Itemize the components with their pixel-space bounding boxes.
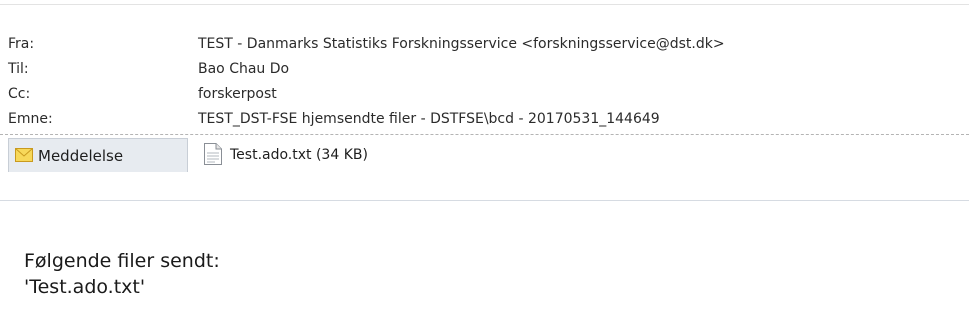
tab-message[interactable]: Meddelelse bbox=[8, 138, 188, 172]
envelope-icon bbox=[15, 148, 33, 162]
cc-label: Cc: bbox=[8, 86, 31, 102]
message-tab-bar: Meddelelse Test.ado.txt (34 KB) bbox=[0, 137, 969, 201]
from-label: Fra: bbox=[8, 36, 35, 52]
to-value[interactable]: Bao Chau Do bbox=[198, 57, 289, 82]
message-body-text: Følgende filer sendt: 'Test.ado.txt' bbox=[24, 248, 220, 300]
attachment-label: Test.ado.txt (34 KB) bbox=[230, 147, 368, 163]
message-body[interactable]: Følgende filer sendt: 'Test.ado.txt' bbox=[0, 201, 969, 329]
text-file-icon bbox=[204, 143, 222, 165]
body-line-2: 'Test.ado.txt' bbox=[24, 276, 146, 298]
from-value[interactable]: TEST - Danmarks Statistiks Forskningsser… bbox=[198, 32, 725, 57]
to-label: Til: bbox=[8, 61, 29, 77]
subject-value: TEST_DST-FSE hjemsendte filer - DSTFSE\b… bbox=[198, 111, 660, 127]
tab-message-label: Meddelelse bbox=[38, 147, 124, 165]
subject-label: Emne: bbox=[8, 111, 53, 127]
header-dashed-divider bbox=[0, 134, 969, 135]
message-header: Fra: TEST - Danmarks Statistiks Forsknin… bbox=[0, 0, 969, 201]
header-top-divider bbox=[0, 4, 969, 5]
cc-value[interactable]: forskerpost bbox=[198, 82, 277, 107]
body-line-1: Følgende filer sendt: bbox=[24, 250, 220, 272]
